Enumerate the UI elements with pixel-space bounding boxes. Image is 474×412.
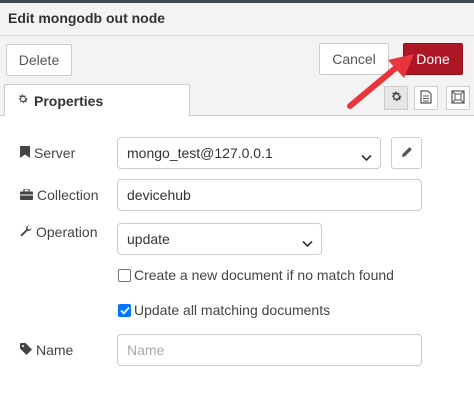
tab-settings[interactable] [384, 86, 408, 110]
dialog-titlebar: Edit mongodb out node [0, 0, 474, 36]
appearance-icon [451, 89, 465, 107]
edit-server-button[interactable] [391, 137, 422, 169]
titlebar-top-border [0, 0, 474, 3]
description-icon [420, 89, 432, 107]
briefcase-icon [20, 187, 37, 203]
collection-label: Collection [20, 187, 98, 203]
tab-properties-label: Properties [34, 92, 104, 109]
tab-properties[interactable]: Properties [4, 84, 190, 117]
upsert-checkbox[interactable] [118, 268, 131, 282]
properties-form: Server mongo_test@127.0.0.1 Collection d… [0, 117, 474, 412]
bookmark-icon [20, 145, 34, 161]
gear-icon [390, 90, 403, 106]
gear-icon [17, 93, 29, 108]
done-button[interactable]: Done [403, 43, 463, 75]
name-label: Name [20, 342, 73, 358]
collection-input[interactable]: devicehub [117, 179, 422, 211]
operation-label: Operation [20, 224, 97, 240]
delete-button[interactable]: Delete [6, 44, 72, 76]
checkmark-icon [119, 306, 130, 315]
name-input[interactable]: Name [117, 334, 422, 366]
multi-option[interactable]: Update all matching documents [118, 302, 330, 318]
tag-icon [20, 342, 36, 358]
operation-select[interactable]: update [117, 223, 322, 255]
tab-appearance[interactable] [446, 86, 470, 110]
dialog-toolbar: Delete Cancel Done [0, 36, 474, 80]
dialog-title: Edit mongodb out node [8, 10, 166, 26]
chevron-down-icon [302, 235, 313, 251]
tab-description[interactable] [414, 86, 438, 110]
wrench-icon [20, 224, 36, 240]
upsert-option[interactable]: Create a new document if no match found [118, 267, 394, 283]
chevron-down-icon [361, 149, 372, 165]
multi-checkbox[interactable] [118, 303, 131, 317]
tab-bar: Properties [0, 80, 474, 117]
pencil-icon [401, 145, 413, 161]
server-label: Server [20, 145, 75, 161]
cancel-button[interactable]: Cancel [319, 43, 389, 75]
server-select[interactable]: mongo_test@127.0.0.1 [117, 137, 381, 169]
